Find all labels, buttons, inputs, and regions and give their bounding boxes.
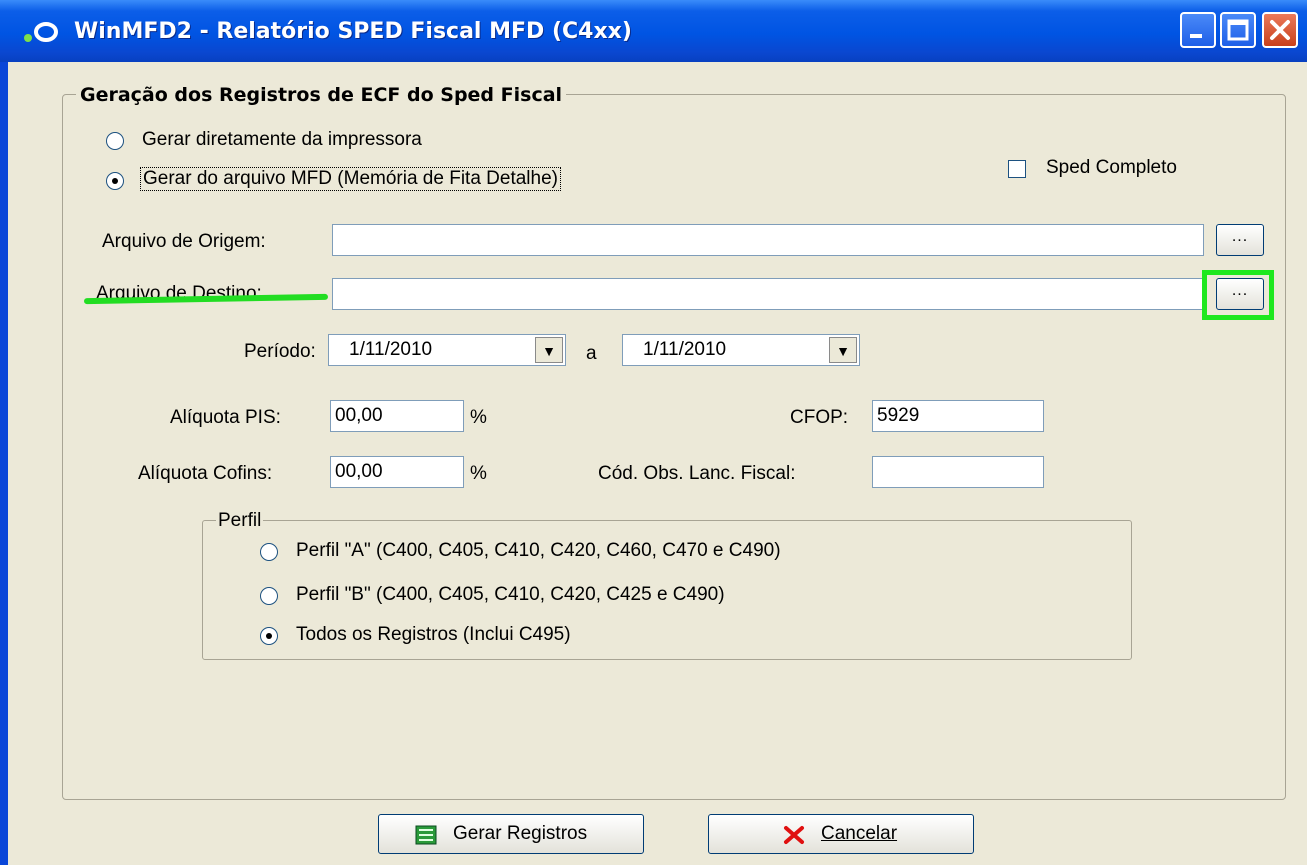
arquivo-origem-input[interactable] bbox=[332, 224, 1204, 256]
aliquota-cofins-input[interactable]: 00,00 bbox=[330, 456, 464, 488]
periodo-from-combo[interactable]: 1/11/2010 ▼ bbox=[328, 334, 566, 366]
minimize-icon bbox=[1190, 34, 1202, 38]
perfil-b-label[interactable]: Perfil "B" (C400, C405, C410, C420, C425… bbox=[296, 584, 725, 606]
minimize-button[interactable] bbox=[1180, 12, 1216, 48]
periodo-separator: a bbox=[586, 343, 597, 364]
perfil-title: Perfil bbox=[216, 510, 264, 532]
sped-completo-label[interactable]: Sped Completo bbox=[1046, 157, 1177, 179]
arquivo-origem-label: Arquivo de Origem: bbox=[102, 231, 266, 252]
radio-mfd-file-label[interactable]: Gerar do arquivo MFD (Memória de Fita De… bbox=[140, 167, 561, 191]
cod-obs-input[interactable] bbox=[872, 456, 1044, 488]
gerar-registros-label: Gerar Registros bbox=[453, 823, 588, 844]
close-button[interactable] bbox=[1262, 12, 1298, 48]
periodo-label: Período: bbox=[244, 341, 316, 362]
app-icon bbox=[24, 22, 58, 42]
radio-perfil-a[interactable] bbox=[260, 543, 278, 561]
title-bar[interactable]: WinMFD2 - Relatório SPED Fiscal MFD (C4x… bbox=[0, 0, 1307, 62]
list-icon bbox=[415, 825, 437, 845]
radio-perfil-b[interactable] bbox=[260, 587, 278, 605]
radio-mfd-file[interactable] bbox=[106, 172, 124, 190]
radio-printer-label[interactable]: Gerar diretamente da impressora bbox=[142, 129, 422, 151]
browse-origem-button[interactable]: ... bbox=[1216, 224, 1264, 256]
radio-todos-registros[interactable] bbox=[260, 627, 278, 645]
periodo-to-value: 1/11/2010 bbox=[643, 339, 727, 360]
cfop-label: CFOP: bbox=[790, 407, 849, 428]
radio-printer[interactable] bbox=[106, 132, 124, 150]
percent-sign: % bbox=[470, 407, 487, 428]
sped-completo-checkbox[interactable] bbox=[1008, 160, 1026, 178]
arquivo-destino-input[interactable] bbox=[332, 278, 1204, 310]
todos-registros-label[interactable]: Todos os Registros (Inclui C495) bbox=[296, 624, 571, 646]
aliquota-cofins-label: Alíquota Cofins: bbox=[138, 463, 273, 484]
aliquota-pis-label: Alíquota PIS: bbox=[170, 407, 281, 428]
cod-obs-label: Cód. Obs. Lanc. Fiscal: bbox=[598, 463, 796, 484]
window: WinMFD2 - Relatório SPED Fiscal MFD (C4x… bbox=[0, 0, 1307, 865]
groupbox-title: Geração dos Registros de ECF do Sped Fis… bbox=[76, 84, 567, 106]
percent-sign: % bbox=[470, 463, 487, 484]
dialog-client-area: Geração dos Registros de ECF do Sped Fis… bbox=[8, 62, 1307, 865]
window-title: WinMFD2 - Relatório SPED Fiscal MFD (C4x… bbox=[74, 19, 632, 44]
chevron-down-icon[interactable]: ▼ bbox=[829, 337, 857, 363]
periodo-to-combo[interactable]: 1/11/2010 ▼ bbox=[622, 334, 860, 366]
perfil-a-label[interactable]: Perfil "A" (C400, C405, C410, C420, C460… bbox=[296, 540, 781, 562]
cfop-input[interactable]: 5929 bbox=[872, 400, 1044, 432]
cancelar-label: Cancelar bbox=[821, 823, 898, 844]
annotation-highlight bbox=[1202, 270, 1274, 320]
chevron-down-icon[interactable]: ▼ bbox=[535, 337, 563, 363]
maximize-icon bbox=[1227, 19, 1249, 41]
gerar-registros-button[interactable]: Gerar Registros bbox=[378, 814, 644, 854]
periodo-from-value: 1/11/2010 bbox=[349, 339, 433, 360]
aliquota-pis-input[interactable]: 00,00 bbox=[330, 400, 464, 432]
maximize-button[interactable] bbox=[1220, 12, 1256, 48]
close-icon bbox=[1270, 20, 1290, 40]
cancel-x-icon bbox=[784, 826, 804, 844]
sped-groupbox bbox=[62, 94, 1286, 800]
cancelar-button[interactable]: Cancelar bbox=[708, 814, 974, 854]
